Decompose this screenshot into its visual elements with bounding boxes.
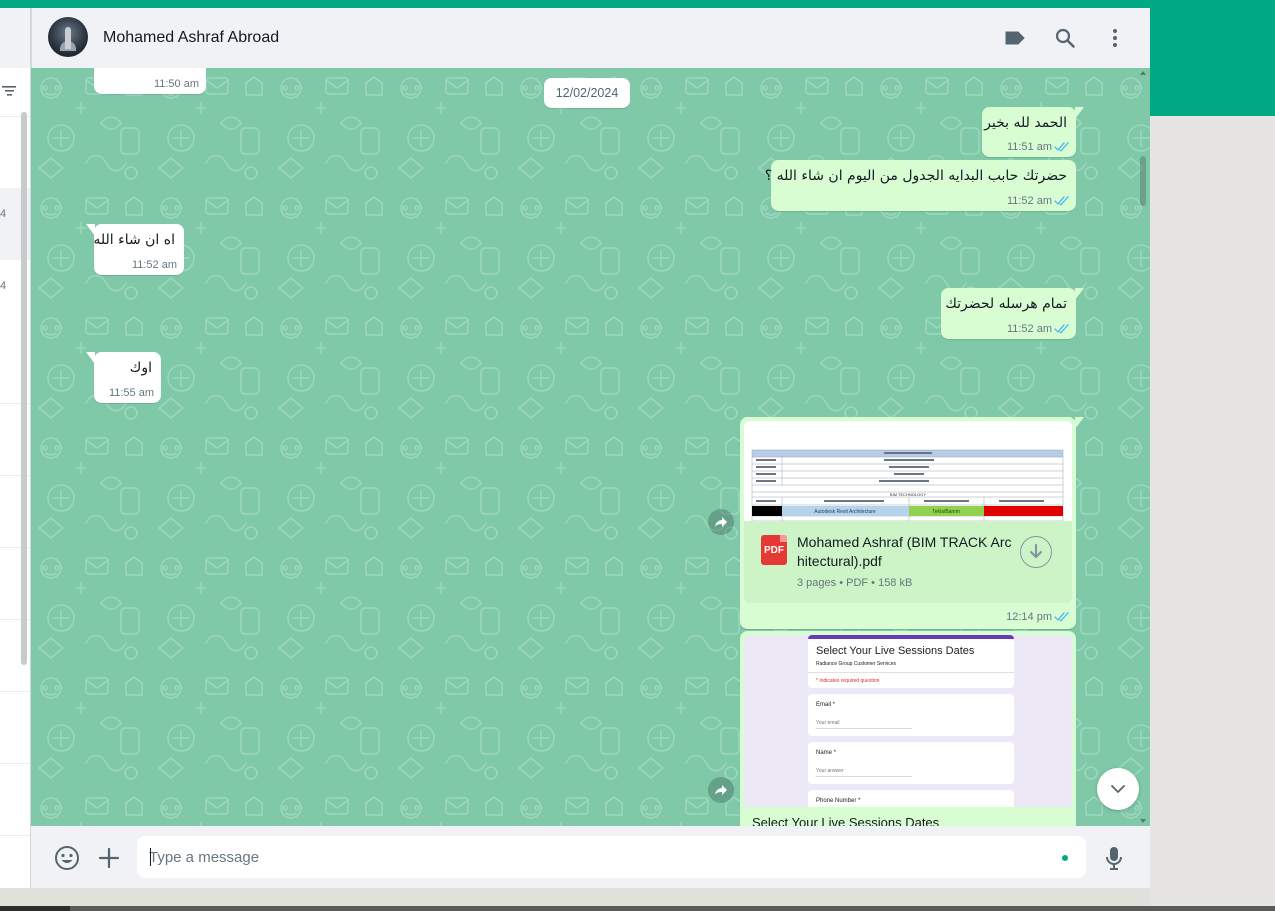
emoji-icon[interactable] <box>54 845 80 871</box>
avatar[interactable] <box>48 17 88 57</box>
message-text: تمام هرسله لحضرتك <box>945 296 1067 312</box>
kebab-menu-icon[interactable] <box>1103 26 1127 50</box>
link-preview-image[interactable]: Select Your Live Sessions Dates Radiance… <box>744 635 1072 807</box>
contact-name[interactable]: Mohamed Ashraf Abroad <box>103 29 279 47</box>
message-time: 11:51 am <box>1006 141 1052 153</box>
message-outgoing[interactable]: حضرتك حابب البدايه الجدول من اليوم ان شا… <box>765 160 1076 211</box>
spreadsheet-thumbnail: BIM TECHNOLOGY Autodesk Revit Architectu… <box>751 449 1064 521</box>
microphone-icon[interactable] <box>1101 845 1127 871</box>
message-time: 12:14 pm <box>1006 611 1052 623</box>
message-text: الحمد لله بخير <box>984 115 1067 131</box>
scroll-to-bottom-button[interactable] <box>1097 768 1139 810</box>
form-title-card: Select Your Live Sessions Dates Radiance… <box>808 635 1014 688</box>
message-time: 11:52 am <box>131 259 177 271</box>
message-incoming[interactable]: اوك 11:55 am <box>86 352 161 403</box>
message-time: 11:52 am <box>1006 323 1052 335</box>
preview-section-title: BIM TECHNOLOGY <box>890 492 926 497</box>
download-arrow-icon <box>1029 544 1043 559</box>
attach-plus-icon[interactable] <box>96 845 122 871</box>
form-title: Select Your Live Sessions Dates <box>816 645 975 657</box>
form-field-label: Name * <box>816 750 837 756</box>
input-status-dot <box>1062 855 1068 861</box>
document-message[interactable]: BIM TECHNOLOGY Autodesk Revit Architectu… <box>740 417 1084 629</box>
message-text: اوك <box>129 360 152 376</box>
message-input[interactable] <box>137 836 1086 878</box>
double-check-read-icon <box>1054 196 1069 206</box>
chat-list-sidebar: 4 4 <box>0 8 31 888</box>
label-icon[interactable] <box>1003 26 1027 50</box>
background-gray-area <box>1150 116 1275 906</box>
sidebar-item-count: 4 <box>0 280 7 292</box>
form-field-card: Name * Your answer <box>808 742 1014 784</box>
sidebar-scrollbar[interactable] <box>21 112 27 665</box>
double-check-read-icon <box>1054 142 1069 152</box>
form-field-hint: Your email <box>816 720 840 726</box>
message-outgoing[interactable]: تمام هرسله لحضرتك 11:52 am <box>941 288 1084 339</box>
chat-header: Mohamed Ashraf Abroad <box>31 8 1150 68</box>
message-incoming[interactable]: 11:50 am <box>94 68 206 94</box>
filter-icon[interactable] <box>1 84 17 98</box>
form-field-card: Email * Your email <box>808 694 1014 736</box>
taskbar-strip <box>0 906 1275 911</box>
search-icon[interactable] <box>1053 26 1077 50</box>
document-meta: 3 pages • PDF • 158 kB <box>797 577 913 589</box>
message-text: اه ان شاء الله <box>93 232 175 248</box>
chat-messages-area: 11:50 am 12/02/2024 الحمد لله بخير 11:51… <box>31 68 1150 826</box>
message-time: 11:55 am <box>108 387 154 399</box>
form-field-card: Phone Number * <box>808 790 1014 807</box>
link-preview-title[interactable]: Select Your Live Sessions Dates <box>752 815 939 826</box>
background-green-block <box>1150 8 1275 116</box>
text-caret <box>150 848 151 866</box>
pdf-file-icon: PDF <box>761 535 787 565</box>
message-outgoing[interactable]: الحمد لله بخير 11:51 am <box>982 107 1084 157</box>
double-check-read-icon <box>1054 324 1069 334</box>
message-composer <box>31 826 1150 888</box>
form-field-hint: Your answer <box>816 768 844 774</box>
sidebar-header <box>0 8 30 68</box>
message-time: 11:50 am <box>153 78 199 90</box>
document-file-name[interactable]: Mohamed Ashraf (BIM TRACK Architectural)… <box>797 533 1013 571</box>
form-field-label: Phone Number * <box>816 798 861 804</box>
preview-cell-text: Autodesk Revit Architecture <box>814 509 876 515</box>
link-preview-message[interactable]: Select Your Live Sessions Dates Radiance… <box>740 631 1076 826</box>
date-chip: 12/02/2024 <box>544 78 630 108</box>
message-text: حضرتك حابب البدايه الجدول من اليوم ان شا… <box>764 168 1067 184</box>
double-check-read-icon <box>1054 612 1069 622</box>
chevron-down-icon <box>1111 784 1125 793</box>
form-required-note: * Indicates required question <box>816 678 880 684</box>
forward-arrow-icon <box>715 517 727 527</box>
message-incoming[interactable]: اه ان شاء الله 11:52 am <box>86 224 184 275</box>
document-info[interactable]: PDF Mohamed Ashraf (BIM TRACK Architectu… <box>744 521 1072 603</box>
forward-button[interactable] <box>708 509 734 535</box>
chat-scrollbar[interactable] <box>1140 156 1146 206</box>
forward-arrow-icon <box>715 785 727 795</box>
form-field-label: Email * <box>816 702 836 708</box>
download-button[interactable] <box>1020 536 1052 568</box>
document-preview[interactable]: BIM TECHNOLOGY Autodesk Revit Architectu… <box>744 421 1072 521</box>
form-subtitle: Radiance Group Customer Services <box>816 661 897 667</box>
sidebar-item-count: 4 <box>0 208 7 220</box>
app-top-band <box>0 0 1275 8</box>
message-time: 11:52 am <box>1006 195 1052 207</box>
preview-cell-text: Tekla/Bamm <box>932 509 960 515</box>
forward-button[interactable] <box>708 777 734 803</box>
